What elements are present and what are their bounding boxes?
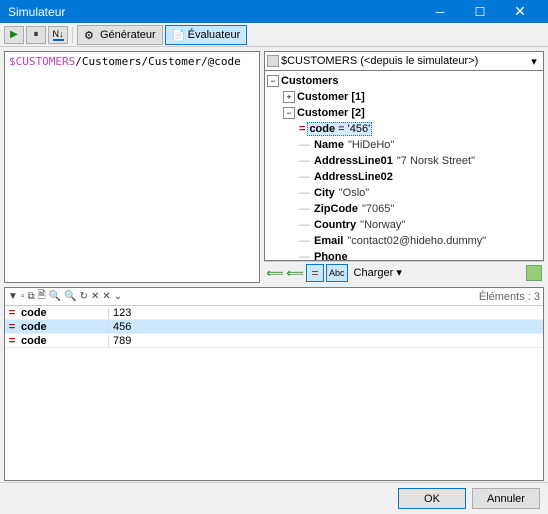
gear-icon: ⚙	[84, 29, 96, 41]
expand-icon[interactable]: ▫	[21, 291, 25, 302]
play-button[interactable]: ▶	[4, 26, 24, 44]
filter-icon[interactable]: ▼	[8, 291, 18, 302]
filter-text-button[interactable]: Abc	[326, 264, 348, 282]
content-area: $CUSTOMERS/Customers/Customer/@code $CUS…	[0, 47, 548, 287]
grid-row[interactable]: =code789	[5, 334, 543, 348]
grid-row[interactable]: =code456	[5, 320, 543, 334]
tree-node-country[interactable]: —Country"Norway"	[267, 217, 541, 233]
nav-fwd-button[interactable]: ⟸	[286, 264, 304, 282]
tree-panel: $CUSTOMERS (<depuis le simulateur>) ▾ −C…	[264, 51, 544, 283]
tree-toolbar: ⟸ ⟸ = Abc Charger ▾	[264, 261, 544, 283]
xpath-editor[interactable]: $CUSTOMERS/Customers/Customer/@code	[4, 51, 260, 283]
cancel-button[interactable]: Annuler	[472, 488, 540, 509]
clear-icon[interactable]: ✕	[102, 291, 110, 302]
chevron-down-icon[interactable]: ▾	[527, 55, 541, 68]
refresh-icon[interactable]: ↻	[80, 291, 88, 302]
xpath-variable: $CUSTOMERS	[9, 55, 75, 68]
tab-generateur[interactable]: ⚙ Générateur	[77, 25, 163, 45]
filter-attr-button[interactable]: =	[306, 264, 324, 282]
combo-icon	[267, 55, 279, 67]
tree-node-phone[interactable]: —Phone	[267, 249, 541, 261]
attribute-icon: =	[299, 123, 305, 135]
window-title: Simulateur	[8, 5, 420, 19]
tab-evaluateur-label: Évaluateur	[188, 29, 241, 41]
load-dropdown[interactable]: Charger ▾	[350, 266, 406, 279]
close-button[interactable]: ✕	[500, 0, 540, 23]
collapse-icon[interactable]: −	[267, 75, 279, 87]
doc-icon[interactable]: 🗎	[38, 288, 46, 305]
tree-node-city[interactable]: —City"Oslo"	[267, 185, 541, 201]
tab-generateur-label: Générateur	[100, 29, 156, 41]
results-grid[interactable]: =code123 =code456 =code789	[5, 306, 543, 480]
source-combo[interactable]: $CUSTOMERS (<depuis le simulateur>) ▾	[264, 51, 544, 71]
search-icon[interactable]: 🔍	[49, 291, 61, 302]
results-toolbar: ▼ ▫ ⧉ 🗎 🔍 🔍 ↻ ✕ ✕ ⌄ Éléments : 3	[5, 288, 543, 306]
cell-name: code	[19, 335, 109, 347]
attribute-icon: =	[5, 307, 19, 319]
step-button[interactable]: N↓	[48, 26, 68, 44]
tree-node-root[interactable]: −Customers	[267, 73, 541, 89]
cell-name: code	[19, 321, 109, 333]
expand-icon[interactable]: +	[283, 91, 295, 103]
ok-button[interactable]: OK	[398, 488, 466, 509]
xpath-path: /Customers/Customer/@code	[75, 55, 241, 68]
cell-value: 123	[109, 307, 543, 319]
tree-node-addr2[interactable]: —AddressLine02	[267, 169, 541, 185]
document-icon: 📄	[172, 29, 184, 41]
tree-node-name[interactable]: —Name"HiDeHo"	[267, 137, 541, 153]
nav-back-button[interactable]: ⟸	[266, 264, 284, 282]
pause-button[interactable]: ⏸	[26, 26, 46, 44]
tree-node-code[interactable]: =code = '456'	[267, 121, 541, 137]
grid-row[interactable]: =code123	[5, 306, 543, 320]
zoom-icon[interactable]: 🔍	[64, 291, 76, 302]
dialog-footer: OK Annuler	[0, 482, 548, 514]
copy-icon[interactable]: ⧉	[27, 291, 34, 302]
xml-tree[interactable]: −Customers +Customer [1] −Customer [2] =…	[264, 71, 544, 261]
delete-icon[interactable]: ✕	[91, 291, 99, 302]
cell-name: code	[19, 307, 109, 319]
main-toolbar: ▶ ⏸ N↓ ⚙ Générateur 📄 Évaluateur	[0, 23, 548, 47]
tree-node-addr1[interactable]: —AddressLine01"7 Norsk Street"	[267, 153, 541, 169]
attribute-icon: =	[5, 335, 19, 347]
elements-count: Éléments : 3	[479, 291, 540, 303]
maximize-button[interactable]: ☐	[460, 0, 500, 23]
cell-value: 456	[109, 321, 543, 333]
minimize-button[interactable]: ─	[420, 0, 460, 23]
tree-node-customer2[interactable]: −Customer [2]	[267, 105, 541, 121]
attribute-icon: =	[5, 321, 19, 333]
cell-value: 789	[109, 335, 543, 347]
tree-node-zip[interactable]: —ZipCode"7065"	[267, 201, 541, 217]
tree-node-email[interactable]: —Email"contact02@hideho.dummy"	[267, 233, 541, 249]
tab-evaluateur[interactable]: 📄 Évaluateur	[165, 25, 248, 45]
titlebar: Simulateur ─ ☐ ✕	[0, 0, 548, 23]
separator	[72, 27, 73, 43]
combo-text: $CUSTOMERS (<depuis le simulateur>)	[281, 55, 527, 67]
results-panel: ▼ ▫ ⧉ 🗎 🔍 🔍 ↻ ✕ ✕ ⌄ Éléments : 3 =code12…	[4, 287, 544, 481]
tree-node-customer1[interactable]: +Customer [1]	[267, 89, 541, 105]
collapse-icon[interactable]: ⌄	[114, 291, 122, 302]
collapse-icon[interactable]: −	[283, 107, 295, 119]
export-icon[interactable]	[526, 265, 542, 281]
